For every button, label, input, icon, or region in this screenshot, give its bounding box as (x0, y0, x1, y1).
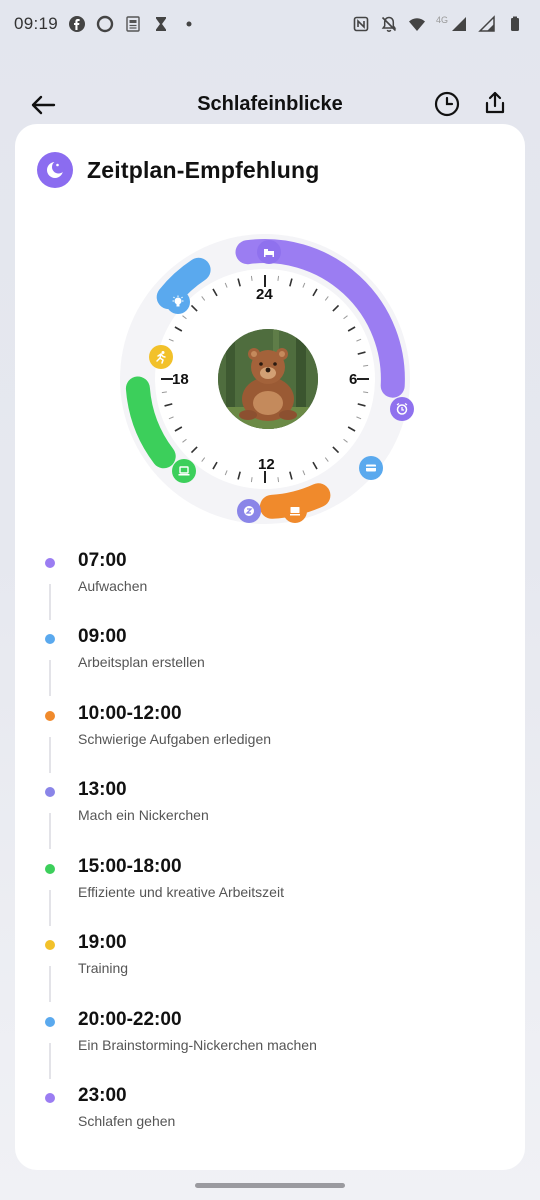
timeline-label: Ein Brainstorming-Nickerchen machen (78, 1037, 317, 1053)
nfc-icon (352, 15, 370, 33)
timeline-dot (45, 1017, 55, 1027)
clock-label-24: 24 (256, 286, 273, 303)
timeline-item: 23:00 Schlafen gehen (15, 1085, 525, 1161)
timeline-time: 20:00-22:00 (78, 1009, 182, 1030)
schedule-card: Zeitplan-Empfehlung 24 6 12 18 07:00 Auf… (15, 124, 525, 1170)
bed-icon (257, 240, 281, 264)
timeline-label: Schwierige Aufgaben erledigen (78, 731, 272, 747)
battery-icon (506, 15, 524, 33)
timeline-dot (45, 558, 55, 568)
clock-label-18: 18 (172, 371, 189, 388)
timeline-dot (45, 940, 55, 950)
page-title: Schlafeinblicke (197, 92, 343, 115)
timeline-label: Mach ein Nickerchen (78, 807, 209, 823)
timeline-item: 07:00 Aufwachen (15, 550, 525, 626)
clock-tick (161, 391, 167, 394)
clock-icon (434, 91, 460, 117)
timeline-dot (45, 634, 55, 644)
back-button[interactable] (28, 90, 58, 120)
timeline-dot (45, 1093, 55, 1103)
share-icon (485, 91, 505, 114)
timeline-connector (49, 890, 51, 926)
clock-tick (250, 477, 253, 483)
clock-tick (250, 275, 253, 281)
timeline-time: 09:00 (78, 626, 127, 647)
arrow-left-icon (31, 95, 56, 115)
timeline-dot (45, 864, 55, 874)
hourglass-icon (152, 15, 170, 33)
clock-label-12: 12 (258, 456, 275, 473)
laptop-icon (172, 459, 196, 483)
alarm-icon (390, 397, 414, 421)
signal-icon (450, 15, 468, 33)
timeline-item: 20:00-22:00 Ein Brainstorming-Nickerchen… (15, 1009, 525, 1085)
timeline-time: 19:00 (78, 932, 127, 953)
timeline-connector (49, 584, 51, 620)
card-header: Zeitplan-Empfehlung (37, 152, 320, 188)
timeline-connector (49, 813, 51, 849)
timeline-connector (49, 1043, 51, 1079)
timeline-connector (49, 660, 51, 696)
bear-avatar (218, 329, 318, 429)
timeline-label: Training (78, 960, 129, 976)
lightbulb-icon (166, 290, 190, 314)
timeline-time: 07:00 (78, 550, 127, 571)
share-button[interactable] (480, 88, 510, 118)
timeline-time: 10:00-12:00 (78, 703, 182, 724)
facebook-icon (68, 15, 86, 33)
timeline-label: Effiziente und kreative Arbeitszeit (78, 884, 284, 900)
timeline-time: 13:00 (78, 779, 127, 800)
moon-icon (37, 152, 73, 188)
timeline-item: 09:00 Arbeitsplan erstellen (15, 626, 525, 702)
desk-icon (283, 499, 307, 523)
app-header: Schlafeinblicke (0, 80, 540, 128)
circle-app-icon (96, 15, 114, 33)
clock-label-6: 6 (349, 371, 358, 388)
dot-icon (180, 15, 198, 33)
clock-tick (277, 477, 280, 483)
status-time: 09:19 (14, 14, 59, 33)
running-icon (149, 345, 173, 369)
wifi-icon (408, 15, 426, 33)
timeline-label: Aufwachen (78, 578, 148, 594)
timeline-item: 10:00-12:00 Schwierige Aufgaben erledige… (15, 703, 525, 779)
schedule-clock: 24 6 12 18 (120, 234, 414, 524)
signal-icon (478, 15, 496, 33)
status-bar: 09:19 4G (0, 0, 540, 48)
news-icon (124, 15, 142, 33)
timeline-connector (49, 966, 51, 1002)
timeline-label: Arbeitsplan erstellen (78, 654, 205, 670)
card-icon (359, 456, 383, 480)
nap-icon (237, 499, 261, 523)
timeline-time: 15:00-18:00 (78, 856, 182, 877)
network-type-label: 4G (435, 15, 448, 25)
timeline-label: Schlafen gehen (78, 1113, 176, 1129)
home-indicator[interactable] (195, 1183, 345, 1188)
clock-tick (363, 391, 369, 394)
timeline-time: 23:00 (78, 1085, 127, 1106)
bell-off-icon (380, 15, 398, 33)
history-button[interactable] (432, 89, 462, 119)
timeline-connector (49, 737, 51, 773)
timeline-dot (45, 711, 55, 721)
timeline-item: 19:00 Training (15, 932, 525, 1008)
timeline-dot (45, 787, 55, 797)
timeline-item: 15:00-18:00 Effiziente und kreative Arbe… (15, 856, 525, 932)
clock-tick (277, 275, 280, 281)
timeline-item: 13:00 Mach ein Nickerchen (15, 779, 525, 855)
clock-tick (363, 364, 369, 367)
card-title: Zeitplan-Empfehlung (87, 156, 320, 183)
